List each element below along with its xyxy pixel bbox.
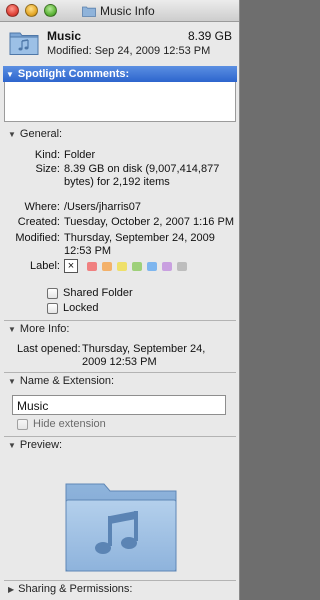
modified-key: Modified:: [15, 232, 60, 244]
name-input[interactable]: Music: [12, 395, 226, 415]
name-extension-label: Name & Extension:: [19, 375, 115, 387]
last-opened-value: Thursday, September 24, 2009 12:53 PM: [82, 343, 206, 368]
title-bar[interactable]: Music Info: [0, 0, 239, 22]
label-color-red[interactable]: [87, 262, 97, 271]
general-label: General:: [19, 128, 63, 140]
label-color-yellow[interactable]: [117, 262, 127, 271]
section-divider: [4, 320, 236, 321]
label-color-gray[interactable]: [177, 262, 187, 271]
label-color-blue[interactable]: [147, 262, 157, 271]
name-extension-section-header[interactable]: ▼ Name & Extension:: [8, 375, 114, 387]
item-modified: Modified: Sep 24, 2009 12:53 PM: [47, 45, 211, 57]
disclosure-triangle-icon[interactable]: ▼: [8, 325, 16, 334]
item-name: Music: [47, 29, 82, 43]
label-color-purple[interactable]: [162, 262, 172, 271]
kind-value: Folder: [64, 149, 96, 161]
more-info-section-header[interactable]: ▼ More Info:: [8, 323, 69, 335]
where-value: /Users/jharris07: [64, 201, 142, 213]
close-button[interactable]: [6, 4, 19, 17]
size-key: Size:: [35, 163, 60, 175]
label-color-orange[interactable]: [102, 262, 112, 271]
locked-checkbox[interactable]: [47, 303, 58, 314]
label-color-green[interactable]: [132, 262, 142, 271]
section-divider: [4, 436, 236, 437]
label-none-button[interactable]: ×: [64, 259, 78, 273]
kind-key: Kind:: [34, 149, 60, 161]
spotlight-comments-header[interactable]: ▼ Spotlight Comments:: [3, 66, 237, 82]
general-section-header[interactable]: ▼ General:: [8, 128, 62, 140]
spotlight-comments-field[interactable]: [4, 82, 236, 122]
disclosure-triangle-icon[interactable]: ▼: [6, 70, 14, 79]
more-info-label: More Info:: [19, 323, 70, 335]
zoom-button[interactable]: [44, 4, 57, 17]
section-divider: [4, 372, 236, 373]
created-key: Created:: [17, 216, 60, 228]
music-folder-preview-icon: [65, 483, 177, 572]
shared-folder-label: Shared Folder: [63, 287, 133, 299]
disclosure-triangle-icon[interactable]: ▼: [8, 130, 16, 139]
info-window: Music Info Music 8.39 GB Modified: Sep 2…: [0, 0, 240, 600]
last-opened-key: Last opened:: [17, 343, 81, 355]
info-header: Music 8.39 GB Modified: Sep 24, 2009 12:…: [0, 23, 239, 63]
label-key: Label:: [30, 260, 60, 272]
window-title: Music Info: [100, 4, 155, 18]
locked-label: Locked: [63, 302, 99, 314]
spotlight-comments-label: Spotlight Comments:: [17, 68, 130, 80]
shared-folder-checkbox[interactable]: [47, 288, 58, 299]
item-size: 8.39 GB: [187, 29, 232, 43]
size-value: 8.39 GB on disk (9,007,414,877 bytes) fo…: [64, 163, 220, 188]
window-title-group: Music Info: [82, 3, 155, 19]
disclosure-triangle-icon[interactable]: ▼: [8, 441, 16, 450]
hide-extension-label: Hide extension: [33, 418, 106, 430]
sharing-label: Sharing & Permissions:: [18, 583, 133, 595]
preview-label: Preview:: [19, 439, 63, 451]
section-divider: [4, 580, 236, 581]
hide-extension-checkbox[interactable]: [17, 419, 28, 430]
disclosure-triangle-collapsed-icon[interactable]: ▶: [8, 585, 14, 594]
where-key: Where:: [24, 201, 60, 213]
sharing-section-header[interactable]: ▶ Sharing & Permissions:: [8, 583, 132, 595]
preview-section-header[interactable]: ▼ Preview:: [8, 439, 62, 451]
folder-icon: [82, 6, 96, 17]
disclosure-triangle-icon[interactable]: ▼: [8, 377, 16, 386]
minimize-button[interactable]: [25, 4, 38, 17]
created-value: Tuesday, October 2, 2007 1:16 PM: [64, 216, 234, 228]
music-folder-icon: [9, 32, 39, 55]
modified-value: Thursday, September 24, 2009 12:53 PM: [64, 232, 215, 257]
